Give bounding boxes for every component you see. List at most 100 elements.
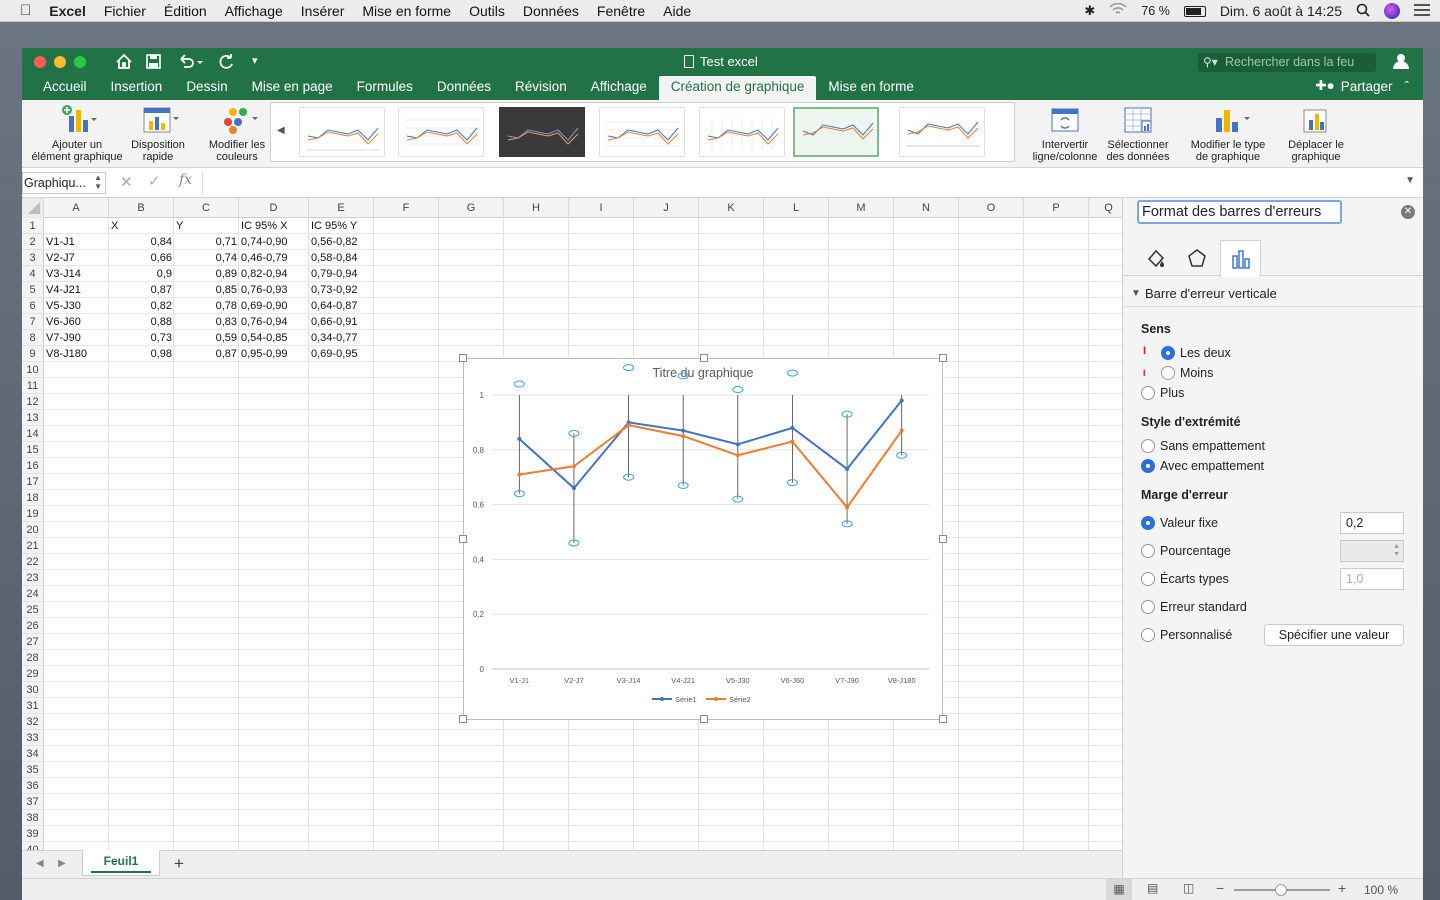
row-header[interactable]: 38 xyxy=(22,810,44,826)
function-icon[interactable]: fx xyxy=(179,172,192,188)
column-header-i[interactable]: I xyxy=(569,198,634,218)
specify-value-button[interactable]: Spécifier une valeur xyxy=(1264,624,1404,646)
zoom-window-button[interactable] xyxy=(74,56,86,68)
column-header-o[interactable]: O xyxy=(959,198,1024,218)
row-header[interactable]: 29 xyxy=(22,666,44,682)
column-header-k[interactable]: K xyxy=(699,198,764,218)
chart-resize-handle[interactable] xyxy=(939,715,947,723)
customize-toolbar-icon[interactable]: ▾ xyxy=(252,54,258,67)
row-header[interactable]: 28 xyxy=(22,650,44,666)
switch-row-column-button[interactable]: Intervertir ligne/colonne xyxy=(1028,104,1102,163)
cell[interactable]: 0,9 xyxy=(109,266,174,282)
cell[interactable]: 0,95-0,99 xyxy=(239,346,309,362)
cell[interactable]: V5-J30 xyxy=(44,298,109,314)
select-all-corner[interactable] xyxy=(22,198,44,218)
row-header[interactable]: 1 xyxy=(22,218,44,234)
cell[interactable]: V2-J7 xyxy=(44,250,109,266)
cell[interactable]: 0,78 xyxy=(174,298,239,314)
notification-center-icon[interactable] xyxy=(1414,3,1430,19)
row-header[interactable]: 27 xyxy=(22,634,44,650)
chart-resize-handle[interactable] xyxy=(459,535,467,543)
percentage-input[interactable]: ▲ ▼ xyxy=(1340,540,1404,562)
row-header[interactable]: 31 xyxy=(22,698,44,714)
menu-inserer[interactable]: Insérer xyxy=(301,3,345,19)
row-header[interactable]: 7 xyxy=(22,314,44,330)
row-header[interactable]: 24 xyxy=(22,586,44,602)
menu-outils[interactable]: Outils xyxy=(469,3,505,19)
tab-creation-de-graphique[interactable]: Création de graphique xyxy=(658,76,817,100)
chart-resize-handle[interactable] xyxy=(700,715,708,723)
option-erreur-standard[interactable]: Erreur standard xyxy=(1160,600,1247,614)
fixed-value-input[interactable]: 0,2 xyxy=(1340,512,1404,534)
row-header[interactable]: 37 xyxy=(22,794,44,810)
radio-ecarts-types[interactable] xyxy=(1141,572,1155,586)
tab-mise-en-forme[interactable]: Mise en forme xyxy=(816,76,926,100)
option-plus[interactable]: Plus xyxy=(1160,386,1184,400)
tab-mise-en-page[interactable]: Mise en page xyxy=(240,76,345,100)
cell[interactable]: 0,98 xyxy=(109,346,174,362)
radio-moins[interactable] xyxy=(1161,366,1175,380)
tab-accueil[interactable]: Accueil xyxy=(31,76,99,100)
radio-personnalise[interactable] xyxy=(1141,628,1155,642)
row-header[interactable]: 9 xyxy=(22,346,44,362)
undo-icon[interactable] xyxy=(177,53,203,73)
tab-donnees[interactable]: Données xyxy=(425,76,503,100)
chart-style-thumb[interactable] xyxy=(899,107,985,157)
column-header-g[interactable]: G xyxy=(439,198,504,218)
radio-plus[interactable] xyxy=(1141,386,1155,400)
quick-layout-button[interactable]: Disposition rapide xyxy=(126,104,190,163)
page-layout-view-icon[interactable]: ▤ xyxy=(1147,881,1158,895)
row-header[interactable]: 23 xyxy=(22,570,44,586)
cell[interactable]: V1-J1 xyxy=(44,234,109,250)
radio-avec-empattement[interactable] xyxy=(1141,459,1155,473)
zoom-level[interactable]: 100 % xyxy=(1364,883,1398,897)
option-moins[interactable]: Moins xyxy=(1180,366,1213,380)
row-header[interactable]: 11 xyxy=(22,378,44,394)
chart-resize-handle[interactable] xyxy=(459,354,467,362)
cell[interactable]: V7-J90 xyxy=(44,330,109,346)
error-bar-options-tab[interactable] xyxy=(1220,240,1261,277)
zoom-out-icon[interactable]: − xyxy=(1216,880,1224,896)
battery-icon[interactable] xyxy=(1183,5,1206,17)
cell[interactable]: 0,76-0,94 xyxy=(239,314,309,330)
tab-revision[interactable]: Révision xyxy=(503,76,579,100)
chart-style-thumb-selected[interactable] xyxy=(793,107,879,157)
share-button[interactable]: Partager xyxy=(1341,79,1393,94)
gallery-prev-icon[interactable]: ◀ xyxy=(277,125,285,136)
option-les-deux[interactable]: Les deux xyxy=(1180,346,1231,360)
tab-formules[interactable]: Formules xyxy=(345,76,425,100)
row-header[interactable]: 19 xyxy=(22,506,44,522)
radio-les-deux[interactable] xyxy=(1161,346,1175,360)
page-break-view-icon[interactable]: ◫ xyxy=(1183,881,1194,895)
row-header[interactable]: 30 xyxy=(22,682,44,698)
apple-icon[interactable]:  xyxy=(20,2,31,19)
row-header[interactable]: 20 xyxy=(22,522,44,538)
cell[interactable]: 0,73-0,92 xyxy=(309,282,374,298)
change-chart-type-button[interactable]: Modifier le type de graphique xyxy=(1186,104,1270,163)
zoom-slider-thumb[interactable] xyxy=(1275,884,1287,896)
radio-erreur-standard[interactable] xyxy=(1141,600,1155,614)
chart-resize-handle[interactable] xyxy=(939,354,947,362)
row-header[interactable]: 10 xyxy=(22,362,44,378)
sheet-tab-feuil1[interactable]: Feuil1 xyxy=(82,850,160,876)
cell[interactable]: V6-J60 xyxy=(44,314,109,330)
tab-affichage[interactable]: Affichage xyxy=(579,76,659,100)
search-input[interactable]: Rechercher dans la feu xyxy=(1225,55,1354,69)
row-header[interactable]: 5 xyxy=(22,282,44,298)
row-header[interactable]: 40 xyxy=(22,842,44,850)
section-title[interactable]: Barre d'erreur verticale xyxy=(1145,286,1277,301)
radio-sans-empattement[interactable] xyxy=(1141,439,1155,453)
add-sheet-button[interactable]: + xyxy=(174,854,184,874)
share-person-icon[interactable]: ✚● xyxy=(1315,78,1334,94)
radio-valeur-fixe[interactable] xyxy=(1141,516,1155,530)
name-box[interactable]: Graphiqu... ▲ ▼ xyxy=(22,172,106,194)
row-header[interactable]: 22 xyxy=(22,554,44,570)
row-header[interactable]: 17 xyxy=(22,474,44,490)
cell[interactable]: 0,89 xyxy=(174,266,239,282)
column-header-a[interactable]: A xyxy=(44,198,109,218)
cell[interactable]: 0,59 xyxy=(174,330,239,346)
save-icon[interactable] xyxy=(146,54,161,72)
row-header[interactable]: 33 xyxy=(22,730,44,746)
cell[interactable]: IC 95% X xyxy=(239,218,309,234)
column-header-b[interactable]: B xyxy=(109,198,174,218)
